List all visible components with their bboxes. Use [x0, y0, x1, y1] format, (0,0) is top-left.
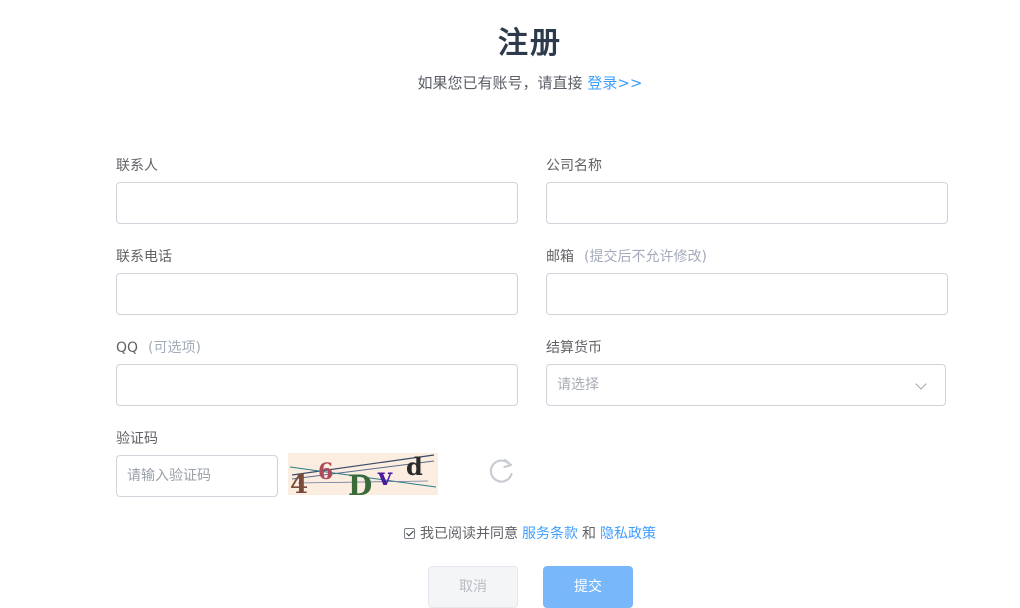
email-label: 邮箱: [546, 249, 574, 265]
captcha-input[interactable]: 请输入验证码: [116, 455, 278, 497]
phone-input[interactable]: [116, 273, 518, 315]
captcha-label: 验证码: [116, 431, 158, 447]
contact-input[interactable]: [116, 182, 518, 224]
agreement-checkbox[interactable]: [404, 527, 415, 539]
email-field: 邮箱 (提交后不允许修改): [546, 247, 948, 315]
login-link[interactable]: 登录>>: [587, 74, 642, 92]
qq-hint: (可选项): [148, 340, 201, 356]
captcha-field: 验证码 请输入验证码: [116, 429, 278, 497]
email-hint: (提交后不允许修改): [584, 249, 707, 265]
currency-field: 结算货币 请选择: [546, 338, 946, 406]
company-input[interactable]: [546, 182, 948, 224]
login-prompt-text: 如果您已有账号，请直接: [417, 74, 583, 92]
chevron-down-icon[interactable]: [915, 378, 927, 390]
privacy-link[interactable]: 隐私政策: [600, 523, 656, 543]
submit-button[interactable]: 提交: [543, 566, 633, 608]
agreement-text: 我已阅读并同意: [420, 526, 518, 542]
contact-label: 联系人: [116, 158, 158, 174]
captcha-char-4: v: [377, 462, 393, 491]
company-label: 公司名称: [546, 158, 602, 174]
login-prompt: 如果您已有账号，请直接 登录>>: [0, 72, 1020, 93]
terms-link[interactable]: 服务条款: [522, 523, 578, 543]
page-title: 注册: [498, 26, 562, 61]
contact-field: 联系人: [116, 156, 518, 224]
currency-label: 结算货币: [546, 340, 602, 356]
captcha-char-2: 6: [318, 459, 333, 485]
refresh-icon[interactable]: [486, 456, 516, 486]
qq-input[interactable]: [116, 364, 518, 406]
currency-select[interactable]: 请选择: [546, 364, 946, 406]
captcha-image[interactable]: 4 6 D v d: [288, 453, 438, 495]
captcha-char-3: D: [348, 469, 372, 495]
qq-label: QQ: [116, 340, 139, 356]
phone-label: 联系电话: [116, 249, 172, 265]
captcha-char-1: 4: [290, 470, 308, 495]
agreement-row: 我已阅读并同意 服务条款 和 隐私政策: [404, 523, 656, 543]
email-label-row: 邮箱 (提交后不允许修改): [546, 247, 948, 267]
captcha-char-5: d: [406, 453, 423, 481]
phone-field: 联系电话: [116, 247, 518, 315]
qq-field: QQ (可选项): [116, 338, 518, 406]
qq-label-row: QQ (可选项): [116, 338, 518, 358]
cancel-button[interactable]: 取消: [428, 566, 518, 608]
email-input[interactable]: [546, 273, 948, 315]
company-field: 公司名称: [546, 156, 948, 224]
currency-placeholder: 请选择: [557, 377, 599, 393]
agreement-and: 和: [582, 526, 596, 542]
